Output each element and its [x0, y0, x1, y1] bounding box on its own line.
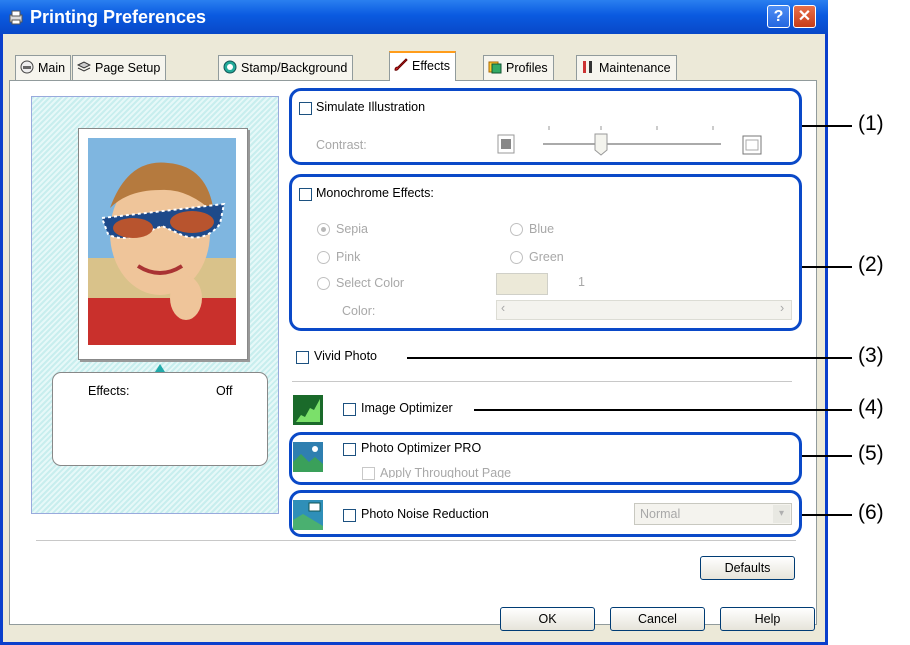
highlight-box-5	[289, 432, 802, 485]
tab-label: Main	[38, 61, 66, 75]
annotation-3: (3)	[858, 344, 884, 367]
annotation-line-6	[802, 514, 852, 516]
defaults-button[interactable]: Defaults	[700, 556, 795, 580]
image-optimizer-checkbox[interactable]	[343, 403, 356, 416]
tab-label: Effects	[412, 59, 450, 73]
tab-stamp-background[interactable]: Stamp/Background	[218, 55, 354, 80]
tab-label: Stamp/Background	[241, 61, 348, 75]
annotation-line-3	[407, 357, 852, 359]
close-button[interactable]: ✕	[793, 5, 816, 28]
tools-icon	[583, 61, 592, 73]
callout-pointer	[155, 364, 165, 372]
annotation-line-5	[802, 455, 852, 457]
stack-icon	[77, 61, 91, 72]
divider	[292, 381, 792, 382]
printer-icon	[20, 60, 34, 74]
highlight-box-6	[289, 490, 802, 537]
ok-button[interactable]: OK	[500, 607, 595, 631]
tab-label: Page Setup	[95, 61, 161, 75]
cancel-button[interactable]: Cancel	[610, 607, 705, 631]
vivid-photo-label: Vivid Photo	[314, 349, 378, 363]
vivid-photo-checkbox[interactable]	[296, 351, 309, 364]
printer-app-icon	[9, 10, 23, 25]
annotation-6: (6)	[858, 501, 884, 524]
tab-label: Profiles	[506, 61, 548, 75]
tab-profiles[interactable]: Profiles	[483, 55, 554, 80]
help-title-button[interactable]: ?	[767, 5, 790, 28]
effects-value: Off	[216, 384, 233, 398]
profiles-icon	[488, 61, 502, 74]
image-optimizer-label: Image Optimizer	[361, 401, 453, 415]
highlight-box-1	[289, 88, 802, 165]
annotation-line-4	[474, 409, 852, 411]
annotation-line-1	[802, 125, 852, 127]
annotation-5: (5)	[858, 442, 884, 465]
effects-summary-box	[52, 372, 268, 466]
brush-icon	[394, 58, 408, 71]
effects-label: Effects:	[88, 384, 130, 398]
tab-page-setup[interactable]: Page Setup	[72, 55, 167, 80]
tab-maintenance[interactable]: Maintenance	[576, 55, 677, 80]
help-button[interactable]: Help	[720, 607, 815, 631]
annotation-line-2	[802, 266, 852, 268]
image-optimizer-icon	[293, 395, 323, 425]
highlight-box-2	[289, 174, 802, 331]
preview-photo	[88, 138, 236, 345]
tab-effects[interactable]: Effects	[389, 51, 456, 81]
annotation-1: (1)	[858, 112, 884, 135]
divider	[36, 540, 796, 541]
annotation-4: (4)	[858, 396, 884, 419]
stamp-icon	[223, 60, 237, 74]
annotation-2: (2)	[858, 253, 884, 276]
tab-main[interactable]: Main	[15, 55, 72, 80]
window-title: Printing Preferences	[30, 7, 207, 27]
tab-label: Maintenance	[599, 61, 671, 75]
